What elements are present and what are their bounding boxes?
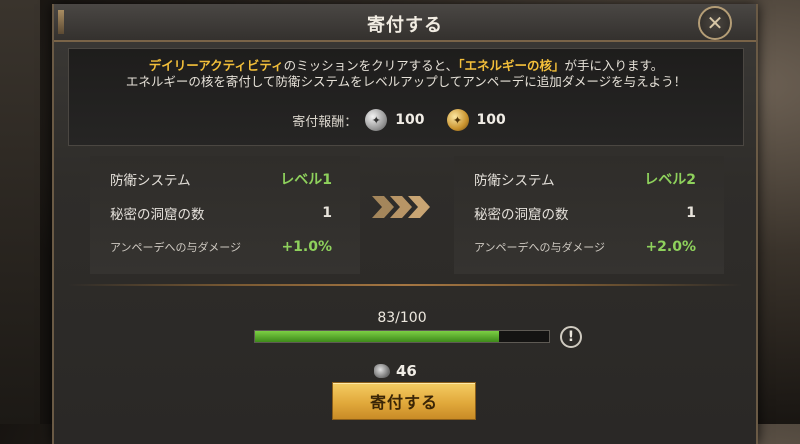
next-damage-value: +2.0% — [645, 239, 696, 255]
next-damage-label: アンペーデへの与ダメージ — [474, 241, 606, 254]
current-caves-value: 1 — [322, 205, 332, 221]
title-bar: 寄付する ✕ — [54, 4, 756, 42]
current-system-level: レベル1 — [280, 172, 332, 188]
gold-coin-icon: ✦ — [446, 109, 469, 131]
next-caves-value: 1 — [686, 205, 696, 221]
cost-amount: 46 — [396, 362, 417, 380]
current-system-label: 防衛システム — [110, 173, 191, 189]
exclamation-icon: ! — [567, 329, 575, 345]
next-caves-row: 秘密の洞窟の数 1 — [474, 202, 696, 224]
donation-cost: 46 — [374, 360, 417, 382]
background-left — [0, 0, 40, 424]
current-damage-row: アンペーデへの与ダメージ +1.0% — [110, 236, 332, 258]
current-damage-label: アンペーデへの与ダメージ — [110, 241, 242, 254]
energy-core-ore-icon — [374, 364, 390, 378]
current-caves-label: 秘密の洞窟の数 — [110, 207, 205, 223]
next-system-level: レベル2 — [644, 172, 696, 188]
next-level-panel: 防衛システム レベル2 秘密の洞窟の数 1 アンペーデへの与ダメージ +2.0% — [454, 156, 724, 274]
donate-button[interactable]: 寄付する — [332, 382, 476, 420]
info-warning-button[interactable]: ! — [560, 326, 582, 348]
close-icon: ✕ — [706, 11, 724, 35]
current-damage-value: +1.0% — [281, 239, 332, 255]
info-line-2: エネルギーの核を寄付して防衛システムをレベルアップしてアンペーデに追加ダメージを… — [125, 74, 687, 89]
next-damage-row: アンペーデへの与ダメージ +2.0% — [474, 236, 696, 258]
current-system-row: 防衛システム レベル1 — [110, 168, 332, 190]
reward-label: 寄付報酬： — [292, 114, 358, 130]
mission-info-box: デイリーアクティビティのミッションをクリアすると、「エネルギーの核」が手に入りま… — [68, 48, 744, 146]
upgrade-arrows-icon — [370, 194, 430, 220]
next-system-label: 防衛システム — [474, 173, 555, 189]
dialog-title: 寄付する — [367, 15, 443, 36]
reward-gold-amount: 100 — [476, 112, 506, 128]
reward-silver-amount: 100 — [395, 112, 425, 128]
donate-dialog: 寄付する ✕ デイリーアクティビティのミッションをクリアすると、「エネルギーの核… — [52, 4, 758, 444]
close-button[interactable]: ✕ — [698, 6, 732, 40]
next-caves-label: 秘密の洞窟の数 — [474, 207, 569, 223]
progress-bar — [254, 330, 550, 343]
progress-text: 83/100 — [377, 310, 427, 326]
current-level-panel: 防衛システム レベル1 秘密の洞窟の数 1 アンペーデへの与ダメージ +1.0% — [90, 156, 360, 274]
section-divider — [68, 284, 742, 286]
next-system-row: 防衛システム レベル2 — [474, 168, 696, 190]
donate-button-label: 寄付する — [369, 393, 438, 412]
current-caves-row: 秘密の洞窟の数 1 — [110, 202, 332, 224]
donation-reward-row: 寄付報酬： ✦ 100 ✦ 100 — [69, 107, 743, 133]
progress-bar-fill — [255, 331, 500, 342]
silver-coin-icon: ✦ — [365, 109, 388, 131]
